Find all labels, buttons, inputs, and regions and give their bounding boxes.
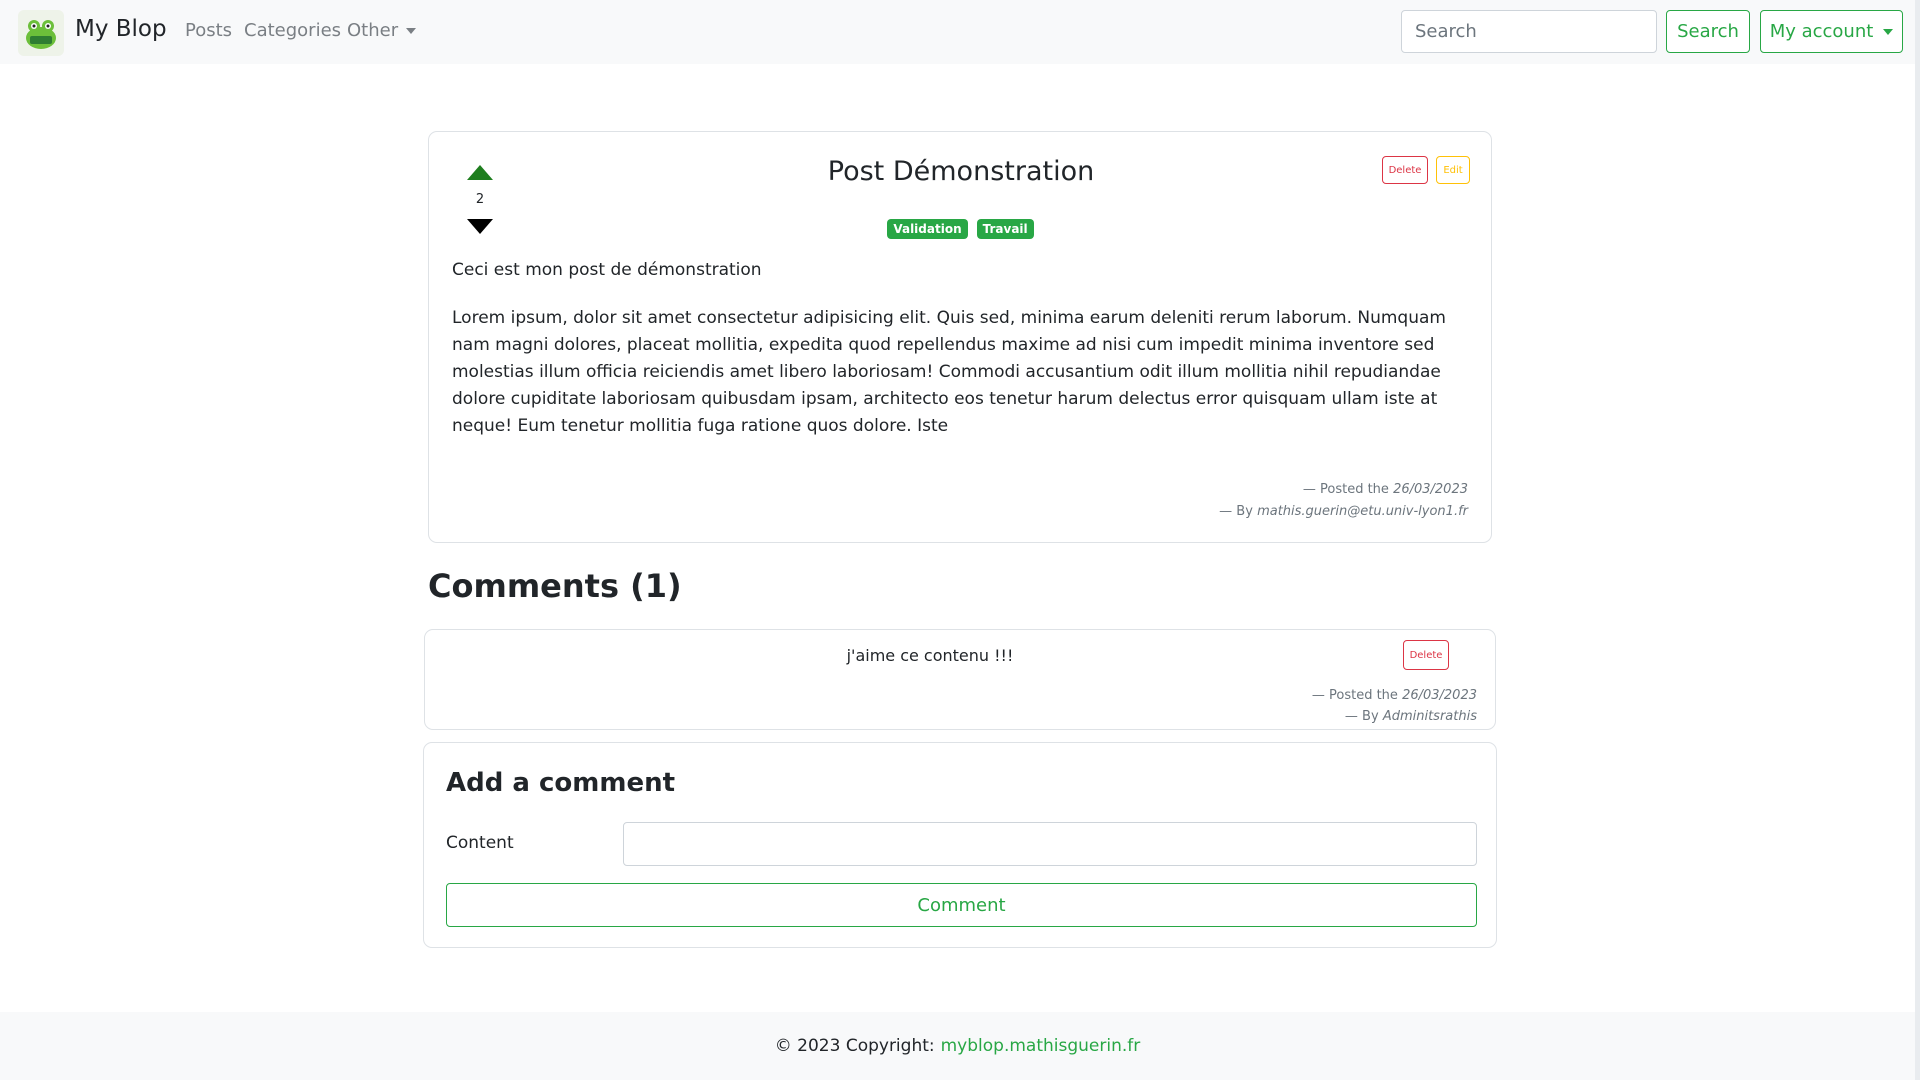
footer-copyright: © 2023 Copyright: (774, 1036, 935, 1056)
chevron-down-icon (1883, 28, 1894, 35)
post-title: Post Démonstration (827, 156, 1095, 187)
frog-logo-icon[interactable] (18, 10, 64, 56)
by-prefix: — By (1344, 709, 1379, 724)
edit-post-button[interactable]: Edit (1436, 156, 1470, 184)
brand-name[interactable]: My Blop (75, 16, 167, 42)
comment-meta: — Posted the 26/03/2023 — By Adminitsrat… (1312, 685, 1477, 727)
comment-author: Adminitsrathis (1382, 709, 1477, 724)
nav-link-other-label: Other (347, 20, 399, 41)
tag-badge[interactable]: Travail (976, 219, 1034, 239)
tag-badge[interactable]: Validation (887, 219, 968, 239)
post-summary: Ceci est mon post de démonstration (452, 260, 762, 280)
comment-date: 26/03/2023 (1402, 688, 1477, 703)
add-comment-form: Add a comment Content Comment (423, 742, 1497, 948)
post-author: mathis.guerin@etu.univ-lyon1.fr (1257, 504, 1468, 519)
delete-post-button[interactable]: Delete (1382, 156, 1428, 184)
post-meta: — Posted the 26/03/2023 — By mathis.guer… (1219, 479, 1468, 523)
footer-link[interactable]: myblop.mathisguerin.fr (941, 1036, 1141, 1056)
post-card: 2 Post Démonstration Validation Travail … (428, 131, 1492, 543)
posted-prefix: — Posted the (1311, 688, 1398, 703)
content-label: Content (446, 833, 514, 853)
post-tags: Validation Travail (429, 219, 1493, 239)
chevron-down-icon (406, 28, 417, 34)
comment-text: j'aime ce contenu !!! (846, 646, 1014, 665)
delete-comment-button[interactable]: Delete (1403, 640, 1449, 670)
submit-comment-button[interactable]: Comment (446, 883, 1477, 927)
comment-card: j'aime ce contenu !!! Delete — Posted th… (424, 629, 1496, 730)
add-comment-title: Add a comment (446, 768, 676, 798)
nav-dropdown-other[interactable]: Other (347, 20, 417, 41)
nav-link-categories[interactable]: Categories (244, 20, 341, 41)
my-account-label: My account (1769, 21, 1874, 42)
nav-link-posts[interactable]: Posts (185, 20, 232, 41)
my-account-button[interactable]: My account (1760, 10, 1903, 53)
post-body: Lorem ipsum, dolor sit amet consectetur … (452, 308, 1446, 436)
comments-heading: Comments (1) (428, 567, 682, 605)
by-prefix: — By (1219, 504, 1253, 519)
comment-content-input[interactable] (623, 822, 1477, 866)
footer: © 2023 Copyright: myblop.mathisguerin.fr (0, 1012, 1915, 1080)
scrollbar[interactable] (1915, 0, 1920, 1080)
vote-count: 2 (475, 192, 485, 207)
navbar: My Blop Posts Categories Other Search My… (0, 0, 1920, 64)
search-button[interactable]: Search (1666, 10, 1750, 53)
posted-date: 26/03/2023 (1393, 482, 1468, 497)
search-input[interactable] (1401, 10, 1657, 53)
posted-prefix: — Posted the (1302, 482, 1389, 497)
